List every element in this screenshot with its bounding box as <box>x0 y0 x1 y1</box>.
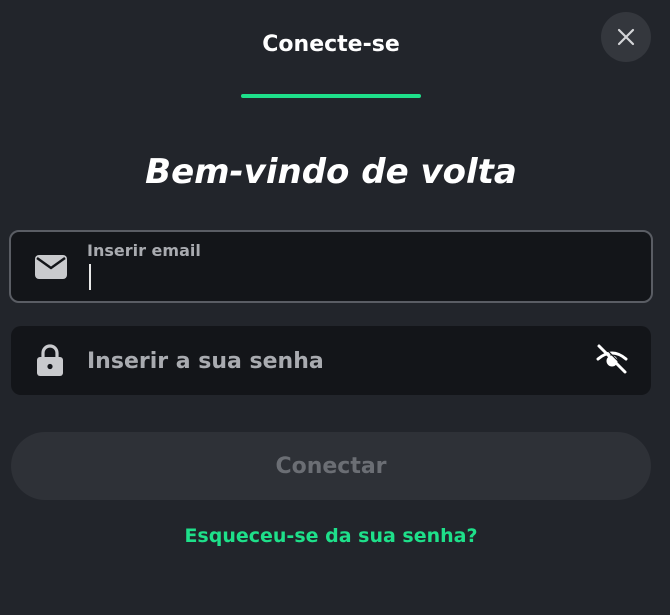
close-button[interactable] <box>601 12 651 62</box>
forgot-password-link[interactable]: Esqueceu-se da sua senha? <box>0 522 662 550</box>
login-button[interactable]: Conectar <box>11 432 651 500</box>
email-input[interactable] <box>87 262 627 294</box>
password-input[interactable] <box>87 342 567 380</box>
email-label: Inserir email <box>87 241 201 260</box>
lock-icon <box>35 343 65 377</box>
envelope-icon <box>33 252 69 282</box>
close-icon <box>617 28 635 46</box>
tab-login[interactable]: Conecte-se <box>241 30 421 98</box>
password-field-container[interactable] <box>11 326 651 395</box>
password-visibility-toggle[interactable] <box>593 340 631 378</box>
eye-slash-icon <box>596 343 628 374</box>
tab-active-indicator <box>241 94 421 98</box>
email-field-container[interactable]: Inserir email <box>9 230 653 303</box>
page-title: Bem-vindo de volta <box>145 152 517 192</box>
tab-label: Conecte-se <box>262 32 400 57</box>
login-modal: Conecte-se Bem-vindo de volta Inserir em… <box>0 0 670 615</box>
